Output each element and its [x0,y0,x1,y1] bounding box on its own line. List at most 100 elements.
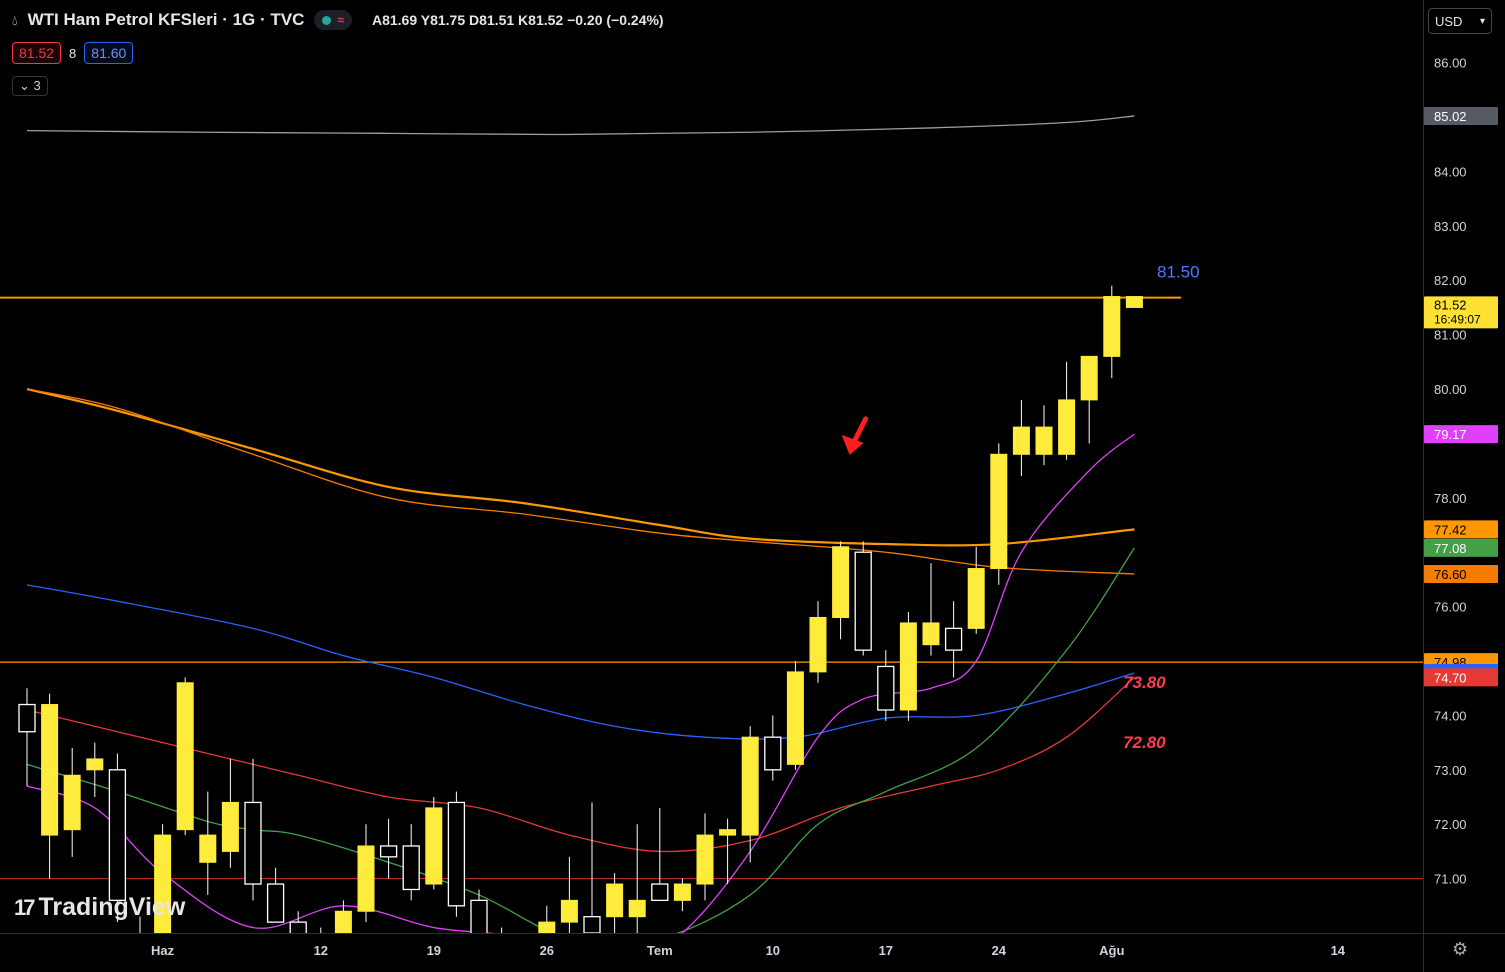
candle-body [470,899,488,933]
price-label-countdown: 16:49:07 [1434,312,1481,326]
candle-body [764,736,782,771]
annotation-2: 72.80 [1123,733,1166,752]
candle-48 [1103,285,1121,379]
candle-30 [696,813,714,901]
moving-average-0 [26,115,1135,136]
price-chart[interactable]: 81.50 73.80 72.80 71.00 72.00 73.00 74.00 76.00… [0,0,1505,972]
plot-area: 81.50 73.80 72.80 [0,115,1423,972]
y-tick-label-5: 78.00 [1434,491,1467,506]
candle-body [628,899,646,918]
y-tick-label-8: 82.00 [1434,273,1467,288]
y-tick-label-0: 71.00 [1434,872,1467,887]
price-label-0: 85.02 [1424,106,1498,125]
candle-body [1080,355,1098,401]
candle-1 [41,693,59,879]
candle-body [651,883,669,902]
price-label-2: 79.17 [1424,425,1498,444]
candle-36 [832,541,850,640]
candle-17 [402,824,420,901]
candle-28 [651,807,669,902]
sell-price-button[interactable]: 81.52 [12,42,62,64]
indicators-toggle[interactable]: ⌄ 3 [12,76,48,96]
candle-37 [854,541,872,656]
chart-header: 💧︎ WTI Ham Petrol KFSleri · 1G · TVC ≈ A… [12,10,664,30]
x-tick-label-1: 12 [314,943,328,958]
candle-8 [199,791,217,895]
candle-40 [922,563,940,656]
x-tick-label-6: 17 [879,943,893,958]
candle-45 [1035,405,1053,466]
y-tick-label-7: 81.00 [1434,328,1467,343]
candle-25 [583,802,601,933]
candle-46 [1058,361,1076,460]
candle-10 [244,758,262,901]
x-tick-label-0: Haz [151,943,175,958]
candle-16 [379,818,398,879]
candle-29 [673,878,691,912]
candle-27 [628,824,646,933]
candle-41 [944,601,963,678]
candle-21 [501,927,503,933]
candle-body [425,807,443,885]
candle-19 [447,791,466,917]
y-tick-label-10: 84.00 [1434,164,1467,179]
chevron-down-icon: ▾ [1479,15,1485,27]
candle-body [967,568,985,629]
y-tick-label-1: 72.00 [1434,817,1467,832]
x-tick-label-9: 14 [1331,943,1346,958]
candle-body [741,736,759,836]
currency-label: USD [1435,13,1463,29]
candle-body [379,845,398,858]
candle-body [244,801,262,885]
symbol-title[interactable]: WTI Ham Petrol KFSleri · 1G · TVC [28,10,305,30]
candle-body [176,682,194,831]
y-tick-label-2: 73.00 [1434,763,1467,778]
candle-44 [1012,399,1030,477]
moving-average-2 [26,388,1135,575]
candle-9 [221,758,239,868]
candle-body [877,665,895,711]
candle-body [132,938,148,960]
candle-body [832,546,850,618]
candle-43 [990,443,1008,585]
candle-22 [516,955,532,972]
buy-price-button[interactable]: 81.60 [84,42,134,64]
market-open-dot-icon [322,16,332,25]
candle-body [696,834,714,885]
candle-body [402,845,420,891]
red-arrow-icon [851,416,869,446]
x-tick-label-2: 19 [427,943,441,958]
candle-body [786,671,804,765]
trade-panel: 81.52 8 81.60 [12,42,134,64]
market-status-pill[interactable]: ≈ [314,10,352,30]
candle-24 [560,856,578,933]
tradingview-logo[interactable]: 17 TradingView [14,893,185,922]
candle-2 [63,748,81,857]
candle-body [922,622,940,646]
candle-body [1058,399,1076,455]
candle-5 [132,916,148,960]
y-tick-label-11: 86.00 [1434,56,1467,71]
price-label-3: 77.42 [1424,520,1498,539]
currency-select[interactable]: USD ▾ [1428,8,1492,34]
candle-body [1125,296,1143,308]
candle-42 [967,546,985,634]
candle-18 [425,797,443,890]
red-arrow-head-icon [841,434,864,455]
candle-body [583,916,601,933]
price-label-8: 74.70 [1424,668,1498,687]
candle-47 [1080,355,1098,444]
annotation-1: 73.80 [1123,673,1166,692]
candle-7 [176,677,194,836]
candle-23 [538,905,556,933]
candle-body [1012,426,1030,455]
gear-icon[interactable]: ⚙ [1452,939,1468,960]
candle-body [809,616,827,673]
candle-body [516,966,532,972]
annotation-0: 81.50 [1157,263,1200,282]
y-tick-label-3: 74.00 [1434,708,1467,723]
y-tick-label-4: 76.00 [1434,600,1467,615]
candle-body [86,758,104,771]
candle-6 [154,824,172,933]
candle-14 [334,900,352,933]
